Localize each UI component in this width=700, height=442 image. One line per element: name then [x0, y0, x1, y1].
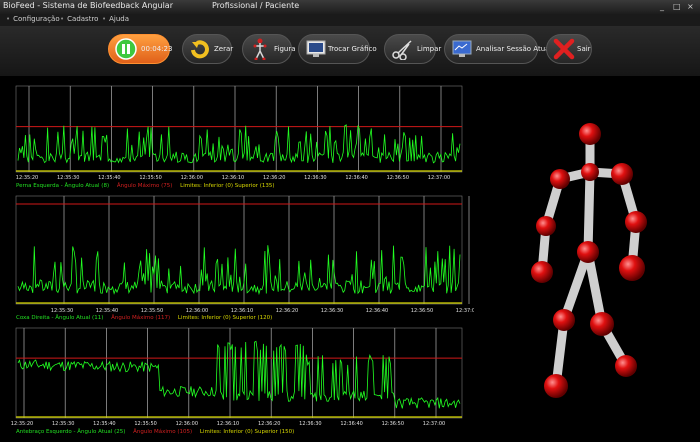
skeleton-figure-panel	[474, 76, 700, 438]
play-pause-button[interactable]: 00:04:23	[108, 34, 173, 64]
x-tick-label: 12:35:30	[51, 308, 73, 314]
legend-max: Ângulo Máximo (75)	[116, 183, 173, 189]
figura-button[interactable]: Figura	[242, 34, 296, 64]
charts-svg: 12:35:20 12:35:30 12:35:40 12:35:50 12:36:00…	[11, 85, 478, 427]
monitor-icon	[306, 40, 326, 57]
skeleton-joints	[531, 123, 647, 398]
session-timer: 00:04:23	[141, 45, 173, 53]
legend-limits: Limites: Inferior (0) Superior (150)	[199, 429, 295, 435]
legend-limits: Limites: Inferior (0) Superior (135)	[180, 183, 275, 189]
plot-frame	[15, 85, 463, 173]
sair-button[interactable]: Sair	[546, 34, 592, 64]
human-figure-icon	[253, 38, 267, 60]
legend-row-1: Perna Esquerda - Ângulo Atual (8) Ângulo…	[16, 183, 275, 189]
x-tick-label: 12:36:50	[382, 421, 404, 427]
x-tick-label: 12:36:30	[299, 421, 321, 427]
x-tick-label: 12:35:40	[98, 175, 120, 181]
menu-label: Cadastro	[67, 15, 99, 23]
analisar-sessao-button[interactable]: Analisar Sessão Atual	[444, 34, 551, 64]
x-tick-label: 12:35:50	[141, 308, 163, 314]
x-tick-label: 12:36:20	[276, 308, 298, 314]
menu-cadastro[interactable]: • Cadastro	[60, 15, 98, 23]
legend-row-3: Antebraço Esquerdo - Ângulo Atual (25) Â…	[16, 429, 294, 435]
toolbar: 00:04:23 Zerar Figura Trocar Gráfico Lim…	[0, 26, 700, 76]
x-tick-label: 12:36:00	[176, 421, 198, 427]
x-tick-label: 12:35:50	[134, 421, 156, 427]
x-tick-label: 12:35:20	[16, 175, 38, 181]
pause-icon	[115, 38, 137, 60]
x-tick-label: 12:36:50	[411, 308, 433, 314]
maximize-button[interactable]: □	[673, 2, 681, 11]
x-tick-label: 12:36:10	[222, 175, 244, 181]
x-tick-label: 12:35:30	[57, 175, 79, 181]
legend-row-2: Coxa Direita - Ângulo Atual (11) Ângulo …	[16, 315, 272, 321]
legend-current: Perna Esquerda - Ângulo Atual (8)	[16, 183, 110, 189]
x-tick-label: 12:37:00	[428, 175, 450, 181]
scissors-icon	[392, 40, 412, 60]
x-tick-label: 12:35:30	[52, 421, 74, 427]
trocar-grafico-button[interactable]: Trocar Gráfico	[298, 34, 377, 64]
legend-max: Ângulo Máximo (117)	[111, 315, 171, 321]
x-tick-label: 12:36:10	[231, 308, 253, 314]
chart-1: 12:35:20 12:35:30 12:35:40 12:35:50 12:36:00…	[15, 85, 463, 181]
charts-panel: 12:35:20 12:35:30 12:35:40 12:35:50 12:36:00…	[0, 76, 478, 438]
chart-3: 12:35:20 12:35:30 12:35:40 12:35:50 12:36:00…	[11, 327, 463, 427]
title-bar: BioFeed - Sistema de Biofeedback Angular…	[0, 0, 700, 14]
x-tick-label: 12:36:40	[366, 308, 388, 314]
window-subtitle: Profissional / Paciente	[212, 1, 300, 10]
refresh-arrow-icon	[191, 40, 209, 59]
menu-bar: • Configuração • Cadastro • Ajuda	[0, 14, 700, 26]
x-tick-label: 12:37:00	[423, 421, 445, 427]
x-tick-label: 12:36:30	[321, 308, 343, 314]
legend-max: Ângulo Máximo (105)	[133, 429, 193, 435]
zerar-button[interactable]: Zerar	[182, 34, 234, 64]
x-tick-label: 12:35:20	[11, 421, 33, 427]
menu-configuracao[interactable]: • Configuração	[6, 15, 60, 23]
minimize-button[interactable]: _	[660, 2, 664, 11]
legend-current: Antebraço Esquerdo - Ângulo Atual (25)	[16, 429, 126, 435]
x-tick-label: 12:36:40	[340, 421, 362, 427]
zerar-label: Zerar	[214, 45, 234, 53]
menu-ajuda[interactable]: • Ajuda	[102, 15, 129, 23]
chart-2: 12:35:30 12:35:40 12:35:50 12:36:00 12:36:10…	[15, 195, 478, 314]
limpar-label: Limpar	[417, 45, 442, 53]
sair-label: Sair	[577, 45, 591, 53]
x-tick-label: 12:36:50	[387, 175, 409, 181]
x-tick-label: 12:36:20	[258, 421, 280, 427]
figura-label: Figura	[274, 45, 296, 53]
x-tick-label: 12:36:40	[345, 175, 367, 181]
close-button[interactable]: ×	[687, 2, 694, 11]
limpar-button[interactable]: Limpar	[384, 34, 441, 64]
x-tick-label: 12:35:40	[96, 308, 118, 314]
analysis-monitor-icon	[452, 40, 472, 57]
analisar-sessao-label: Analisar Sessão Atual	[476, 45, 552, 53]
window-title: BioFeed - Sistema de Biofeedback Angular	[3, 1, 173, 10]
x-tick-label: 12:36:00	[181, 175, 203, 181]
x-tick-label: 12:36:20	[263, 175, 285, 181]
menu-label: Configuração	[13, 15, 60, 23]
x-tick-label: 12:36:00	[186, 308, 208, 314]
legend-limits: Limites: Inferior (0) Superior (120)	[177, 315, 273, 321]
menu-label: Ajuda	[109, 15, 130, 23]
red-x-icon	[553, 38, 575, 60]
skeleton-figure	[531, 123, 647, 398]
trocar-grafico-label: Trocar Gráfico	[328, 45, 377, 53]
legend-current: Coxa Direita - Ângulo Atual (11)	[16, 315, 104, 321]
x-tick-label: 12:37:00	[456, 308, 474, 314]
x-tick-label: 12:36:30	[304, 175, 326, 181]
x-tick-label: 12:36:10	[217, 421, 239, 427]
x-tick-label: 12:35:50	[139, 175, 161, 181]
x-tick-label: 12:35:40	[93, 421, 115, 427]
